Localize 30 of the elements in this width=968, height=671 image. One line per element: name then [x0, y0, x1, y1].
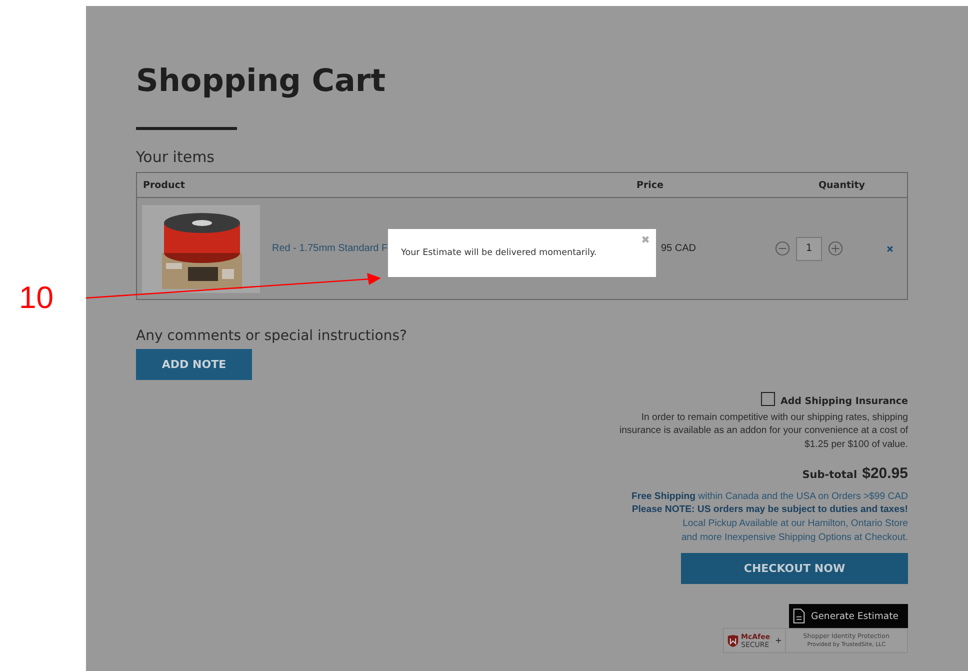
column-header: Price: [636, 180, 664, 190]
shipping-info-text: Local Pickup Available at our Hamilton, Ontario Store: [682, 517, 908, 531]
modal-message: Your Estimate will be delivered momentarily.: [401, 248, 597, 258]
annotation-number: 10: [19, 280, 54, 316]
quantity-field[interactable]: 1: [796, 236, 822, 260]
document-icon: [793, 608, 805, 624]
plus-icon[interactable]: [828, 241, 843, 256]
notes-label: Any comments or special instructions?: [136, 327, 408, 345]
subtotal-label: Sub-total: [802, 468, 858, 481]
insurance-label: Add Shipping Insurance: [780, 396, 908, 406]
generate-estimate-button[interactable]: Generate Estimate: [789, 604, 908, 628]
insurance-description: In order to remain competitive with our shipping rates, shipping insurance is available as an addon for your convenience at a cost of $1.25 per $100 of value.: [618, 411, 908, 451]
column-header: Quantity: [817, 180, 866, 190]
subtotal-amount: $20.95: [862, 464, 908, 482]
shipping-info-text: Free Shipping within Canada and the USA on Orders >$99 CAD: [632, 490, 908, 504]
page-title: Shopping Cart: [136, 62, 387, 100]
checkout-button[interactable]: CHECKOUT NOW: [681, 553, 908, 584]
close-icon[interactable]: [641, 235, 650, 244]
product-link[interactable]: Red - 1.75mm Standard F: [272, 243, 388, 254]
shipping-info-text: Please NOTE: US orders may be subject to duties and taxes!: [632, 503, 908, 518]
checkbox[interactable]: [760, 392, 774, 406]
shipping-info-text: and more Inexpensive Shipping Options at Checkout.: [681, 530, 908, 544]
column-header: Product: [142, 180, 186, 190]
price-text: 95 CAD: [660, 243, 693, 254]
remove-icon[interactable]: [886, 244, 894, 252]
minus-icon[interactable]: [775, 241, 790, 256]
section-title: Your items: [136, 147, 216, 167]
badge-plus: +: [775, 636, 782, 646]
add-note-button[interactable]: ADD NOTE: [136, 349, 252, 380]
shield-icon: [727, 634, 739, 648]
